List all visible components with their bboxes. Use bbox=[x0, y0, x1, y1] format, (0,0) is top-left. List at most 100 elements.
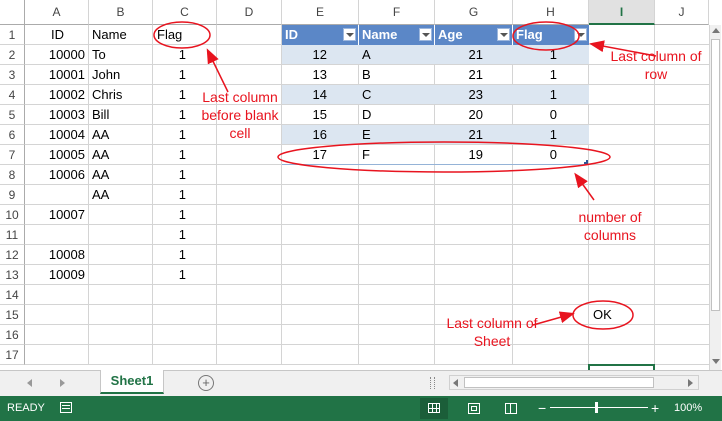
tab-sheet1[interactable]: Sheet1 bbox=[100, 370, 164, 394]
ok-cell[interactable]: OK bbox=[589, 305, 616, 325]
cell-b4[interactable]: Chris bbox=[88, 85, 126, 105]
vertical-scrollbar[interactable] bbox=[709, 25, 721, 370]
cell-c10[interactable]: 1 bbox=[153, 205, 190, 225]
cell-a11[interactable] bbox=[25, 225, 89, 245]
row-header-14[interactable]: 14 bbox=[0, 285, 25, 305]
zoom-out-button[interactable]: − bbox=[538, 400, 546, 416]
row-header-1[interactable]: 1 bbox=[0, 25, 25, 45]
cell-c6[interactable]: 1 bbox=[153, 125, 190, 145]
macro-record-icon[interactable] bbox=[60, 402, 72, 413]
cell-b8[interactable]: AA bbox=[88, 165, 113, 185]
cell-c13[interactable]: 1 bbox=[153, 265, 190, 285]
filter-dropdown-icon[interactable] bbox=[343, 28, 356, 41]
table-header-age[interactable]: Age bbox=[435, 25, 513, 45]
row-header-16[interactable]: 16 bbox=[0, 325, 25, 345]
zoom-slider[interactable] bbox=[550, 402, 648, 413]
table-cell[interactable]: 13 bbox=[282, 65, 331, 85]
column-header-i[interactable]: I bbox=[589, 0, 655, 25]
table-cell[interactable]: 12 bbox=[282, 45, 331, 65]
filter-dropdown-icon[interactable] bbox=[419, 28, 432, 41]
hscroll-left-icon[interactable] bbox=[453, 379, 458, 387]
cell-c11[interactable]: 1 bbox=[153, 225, 190, 245]
cell-b3[interactable]: John bbox=[88, 65, 124, 85]
hscroll-thumb[interactable] bbox=[464, 377, 654, 388]
filter-dropdown-icon[interactable] bbox=[574, 28, 587, 41]
table-cell[interactable]: 0 bbox=[513, 145, 561, 165]
scroll-down-icon[interactable] bbox=[712, 359, 720, 364]
row-header-17[interactable]: 17 bbox=[0, 345, 25, 365]
row-header-11[interactable]: 11 bbox=[0, 225, 25, 245]
hscroll-right-icon[interactable] bbox=[688, 379, 693, 387]
table-resize-handle[interactable] bbox=[584, 160, 588, 164]
column-header-a[interactable]: A bbox=[25, 0, 89, 25]
row-header-5[interactable]: 5 bbox=[0, 105, 25, 125]
table-cell[interactable]: 1 bbox=[513, 125, 561, 145]
row-header-7[interactable]: 7 bbox=[0, 145, 25, 165]
row-header-12[interactable]: 12 bbox=[0, 245, 25, 265]
cell-a3[interactable]: 10001 bbox=[25, 65, 89, 85]
column-header-j[interactable]: J bbox=[655, 0, 709, 25]
cell-c9[interactable]: 1 bbox=[153, 185, 190, 205]
page-layout-view-icon[interactable] bbox=[468, 403, 480, 414]
table-cell[interactable]: 1 bbox=[513, 85, 561, 105]
cell-a5[interactable]: 10003 bbox=[25, 105, 89, 125]
column-header-d[interactable]: D bbox=[217, 0, 282, 25]
tab-split-dots-icon[interactable] bbox=[430, 377, 435, 389]
table-header-flag[interactable]: Flag bbox=[513, 25, 589, 45]
cell-a7[interactable]: 10005 bbox=[25, 145, 89, 165]
cell-a12[interactable]: 10008 bbox=[25, 245, 89, 265]
table-cell[interactable]: 21 bbox=[435, 65, 487, 85]
zoom-in-button[interactable]: + bbox=[651, 400, 659, 416]
scroll-thumb[interactable] bbox=[711, 39, 720, 311]
row-header-8[interactable]: 8 bbox=[0, 165, 25, 185]
cell-c7[interactable]: 1 bbox=[153, 145, 190, 165]
column-header-b[interactable]: B bbox=[89, 0, 153, 25]
cell-b5[interactable]: Bill bbox=[88, 105, 113, 125]
cell-b6[interactable]: AA bbox=[88, 125, 113, 145]
zoom-level[interactable]: 100% bbox=[674, 402, 702, 414]
cell-a2[interactable]: 10000 bbox=[25, 45, 89, 65]
table-cell[interactable]: 20 bbox=[435, 105, 487, 125]
row-header-10[interactable]: 10 bbox=[0, 205, 25, 225]
scroll-up-icon[interactable] bbox=[712, 28, 720, 33]
table-cell[interactable]: 23 bbox=[435, 85, 487, 105]
cell-b10[interactable] bbox=[88, 205, 96, 225]
cell-c2[interactable]: 1 bbox=[153, 45, 190, 65]
cell-a13[interactable]: 10009 bbox=[25, 265, 89, 285]
cell-b12[interactable] bbox=[88, 245, 96, 265]
cell-b7[interactable]: AA bbox=[88, 145, 113, 165]
cell-a9[interactable] bbox=[25, 185, 89, 205]
cell-a8[interactable]: 10006 bbox=[25, 165, 89, 185]
tab-scroll-left-icon[interactable] bbox=[27, 379, 32, 387]
table-cell[interactable]: 19 bbox=[435, 145, 487, 165]
row-header-4[interactable]: 4 bbox=[0, 85, 25, 105]
row-header-15[interactable]: 15 bbox=[0, 305, 25, 325]
table-cell[interactable]: 21 bbox=[435, 45, 487, 65]
cell-a6[interactable]: 10004 bbox=[25, 125, 89, 145]
table-header-name[interactable]: Name bbox=[359, 25, 435, 45]
cell-a4[interactable]: 10002 bbox=[25, 85, 89, 105]
row-header-13[interactable]: 13 bbox=[0, 265, 25, 285]
cell-a1[interactable]: ID bbox=[47, 25, 68, 45]
filter-dropdown-icon[interactable] bbox=[497, 28, 510, 41]
cell-c3[interactable]: 1 bbox=[153, 65, 190, 85]
cell-c5[interactable]: 1 bbox=[153, 105, 190, 125]
table-cell[interactable]: E bbox=[358, 125, 375, 145]
tab-scroll-right-icon[interactable] bbox=[60, 379, 65, 387]
add-sheet-icon[interactable]: + bbox=[198, 375, 214, 391]
table-cell[interactable]: D bbox=[358, 105, 375, 125]
zoom-slider-thumb[interactable] bbox=[595, 402, 598, 413]
cell-c12[interactable]: 1 bbox=[153, 245, 190, 265]
column-header-e[interactable]: E bbox=[282, 0, 359, 25]
column-header-h[interactable]: H bbox=[513, 0, 589, 25]
cell-c8[interactable]: 1 bbox=[153, 165, 190, 185]
table-cell[interactable]: A bbox=[358, 45, 375, 65]
column-header-f[interactable]: F bbox=[359, 0, 435, 25]
column-header-c[interactable]: C bbox=[153, 0, 217, 25]
table-header-id[interactable]: ID bbox=[282, 25, 359, 45]
cell-c4[interactable]: 1 bbox=[153, 85, 190, 105]
table-cell[interactable]: F bbox=[358, 145, 374, 165]
spreadsheet-grid[interactable]: A B C D E F G H I J 1 2 3 4 5 6 7 8 9 10… bbox=[0, 0, 722, 370]
table-cell[interactable]: 1 bbox=[513, 45, 561, 65]
table-cell[interactable]: C bbox=[358, 85, 375, 105]
